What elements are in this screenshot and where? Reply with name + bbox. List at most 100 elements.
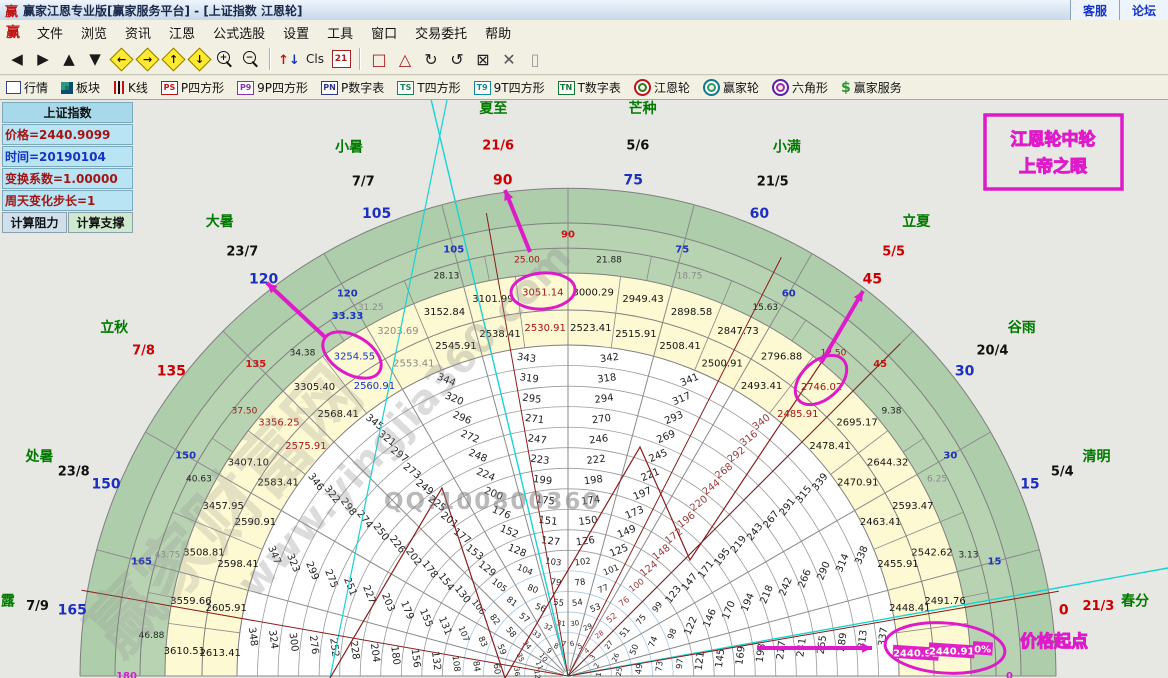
percent-value: 15.63 [752,303,778,313]
tool-P数字表[interactable]: PNP数字表 [321,79,384,96]
zoom-out-icon[interactable]: − [239,47,263,71]
tool-行情[interactable]: 行情 [6,79,48,96]
quote-panel-rows: 价格=2440.9099时间=20190104变换系数=1.00000周天变化步… [2,124,133,211]
delete-tool-icon[interactable]: ▯ [523,47,547,71]
rim-date-label: 21/3 [1082,599,1114,614]
symbol-name: 上证指数 [2,102,133,123]
angle-value: 0 [1006,671,1013,678]
angle-value: 135 [245,359,266,370]
solar-term-label: 立夏 [902,213,931,230]
chart-type-toolbar: 行情板块 K线 PSP四方形 P99P四方形 PNP数字表 TST四方形 T99T四方形 TN… [0,76,1168,100]
menu-item-浏览[interactable]: 浏览 [72,21,116,44]
outer-price-value: 2593.47 [892,501,933,512]
rim-angle-label: 45 [863,271,882,287]
tool-赢家服务[interactable]: $赢家服务 [841,79,902,96]
inner-price-value: 2470.91 [837,477,878,488]
menu-item-江恩[interactable]: 江恩 [160,21,204,44]
outer-price-value: 2796.88 [761,351,802,362]
toolbar-separator [269,48,271,70]
rim-angle-label: 105 [362,206,391,222]
tool-K线[interactable]: K线 [113,79,148,96]
tool-赢家轮[interactable]: 赢家轮 [703,79,759,96]
percent-value: 37.50 [232,407,258,417]
calc-resistance-button[interactable]: 计算阻力 [2,212,67,233]
pan-left-icon[interactable]: ← [109,47,133,71]
inner-price-value: 2523.41 [570,323,611,334]
rim-angle-label: 90 [493,172,513,188]
inner-price-value: 2500.91 [701,358,742,369]
spiral-number: 49 [634,663,645,675]
triangle-tool-icon[interactable]: △ [393,47,417,71]
tool-9T四方形[interactable]: T99T四方形 [474,79,545,96]
tool-江恩轮[interactable]: 江恩轮 [634,79,690,96]
spiral-number: 30 [570,619,580,628]
menu-item-工具[interactable]: 工具 [318,21,362,44]
angle-value: 15 [987,557,1001,568]
rim-angle-label: 15 [1020,477,1039,493]
rim-angle-label: 30 [955,364,975,380]
calendar-icon[interactable]: 21 [329,47,353,71]
tool-板块[interactable]: 板块 [61,79,100,96]
page-up-icon[interactable]: ▲ [57,47,81,71]
angle-value: 75 [675,245,689,256]
inner-price-value: 2515.91 [615,329,656,340]
outer-price-value: 2695.17 [836,417,877,428]
rim-angle-label: 120 [249,271,278,287]
tool-T数字表[interactable]: TNT数字表 [558,79,621,96]
spiral-number: 78 [574,577,586,588]
menu-item-设置[interactable]: 设置 [274,21,318,44]
tool-P四方形[interactable]: PSP四方形 [161,79,224,96]
menu-item-交易委托[interactable]: 交易委托 [406,21,476,44]
chart-area: 1234567891011122526272829303132333435364… [0,100,1168,678]
rect-tool-icon[interactable]: □ [367,47,391,71]
boxed-x-tool-icon[interactable]: ⊠ [471,47,495,71]
flip-axis-icon[interactable]: ↑↓ [277,47,301,71]
pan-down-icon[interactable]: ↓ [187,47,211,71]
zoom-in-icon[interactable]: + [213,47,237,71]
gann-wheel-canvas[interactable]: 1234567891011122526272829303132333435364… [0,100,1168,678]
rim-angle-label: 75 [624,172,643,188]
pan-up-icon[interactable]: ↑ [161,47,185,71]
page-down-icon[interactable]: ▼ [83,47,107,71]
clear-icon[interactable]: Cls [303,47,327,71]
tool-T四方形[interactable]: TST四方形 [397,79,460,96]
ring-teal-icon [703,79,720,96]
rotate-cw-tool-icon[interactable]: ↻ [419,47,443,71]
percent-value: 28.13 [434,272,460,282]
rim-date-label: 23/8 [58,464,90,479]
angle-value: 180 [116,671,137,678]
rotate-ccw-tool-icon[interactable]: ↺ [445,47,469,71]
ring-purple-icon [772,79,789,96]
rim-angle-label: 150 [91,477,120,493]
rim-date-label: 7/8 [132,343,155,358]
spiral-number: 73 [654,660,665,672]
spiral-number: 102 [574,557,591,569]
qq-watermark: QQ:100800360 [384,489,600,515]
dollar-icon: $ [841,80,851,96]
spiral-number: 54 [571,598,583,609]
fit-tool-icon[interactable]: ✕ [497,47,521,71]
pan-right-icon[interactable]: → [135,47,159,71]
menu-item-文件[interactable]: 文件 [28,21,72,44]
badge-icon: TS [397,81,414,95]
ring-red-icon [634,79,651,96]
menu-item-公式选股[interactable]: 公式选股 [204,21,274,44]
customer-service-button[interactable]: 客服 [1070,0,1119,21]
forum-button[interactable]: 论坛 [1119,0,1168,21]
forward-icon[interactable]: ▶ [31,47,55,71]
menu-item-窗口[interactable]: 窗口 [362,21,406,44]
angle-value: 30 [943,450,957,461]
rim-angle-label: 135 [157,364,186,380]
back-icon[interactable]: ◀ [5,47,29,71]
rim-date-label: 5/5 [882,245,905,260]
calc-support-button[interactable]: 计算支撑 [68,212,133,233]
app-logo-icon: 赢 [0,1,23,20]
outer-price-value: 3152.84 [424,307,465,318]
menu-item-帮助[interactable]: 帮助 [476,21,520,44]
menu-item-资讯[interactable]: 资讯 [116,21,160,44]
tool-9P四方形[interactable]: P99P四方形 [237,79,308,96]
inner-price-value: 2463.41 [860,517,901,528]
quote-field: 时间=20190104 [2,146,133,167]
blocks-icon [61,82,73,94]
tool-六角形[interactable]: 六角形 [772,79,828,96]
